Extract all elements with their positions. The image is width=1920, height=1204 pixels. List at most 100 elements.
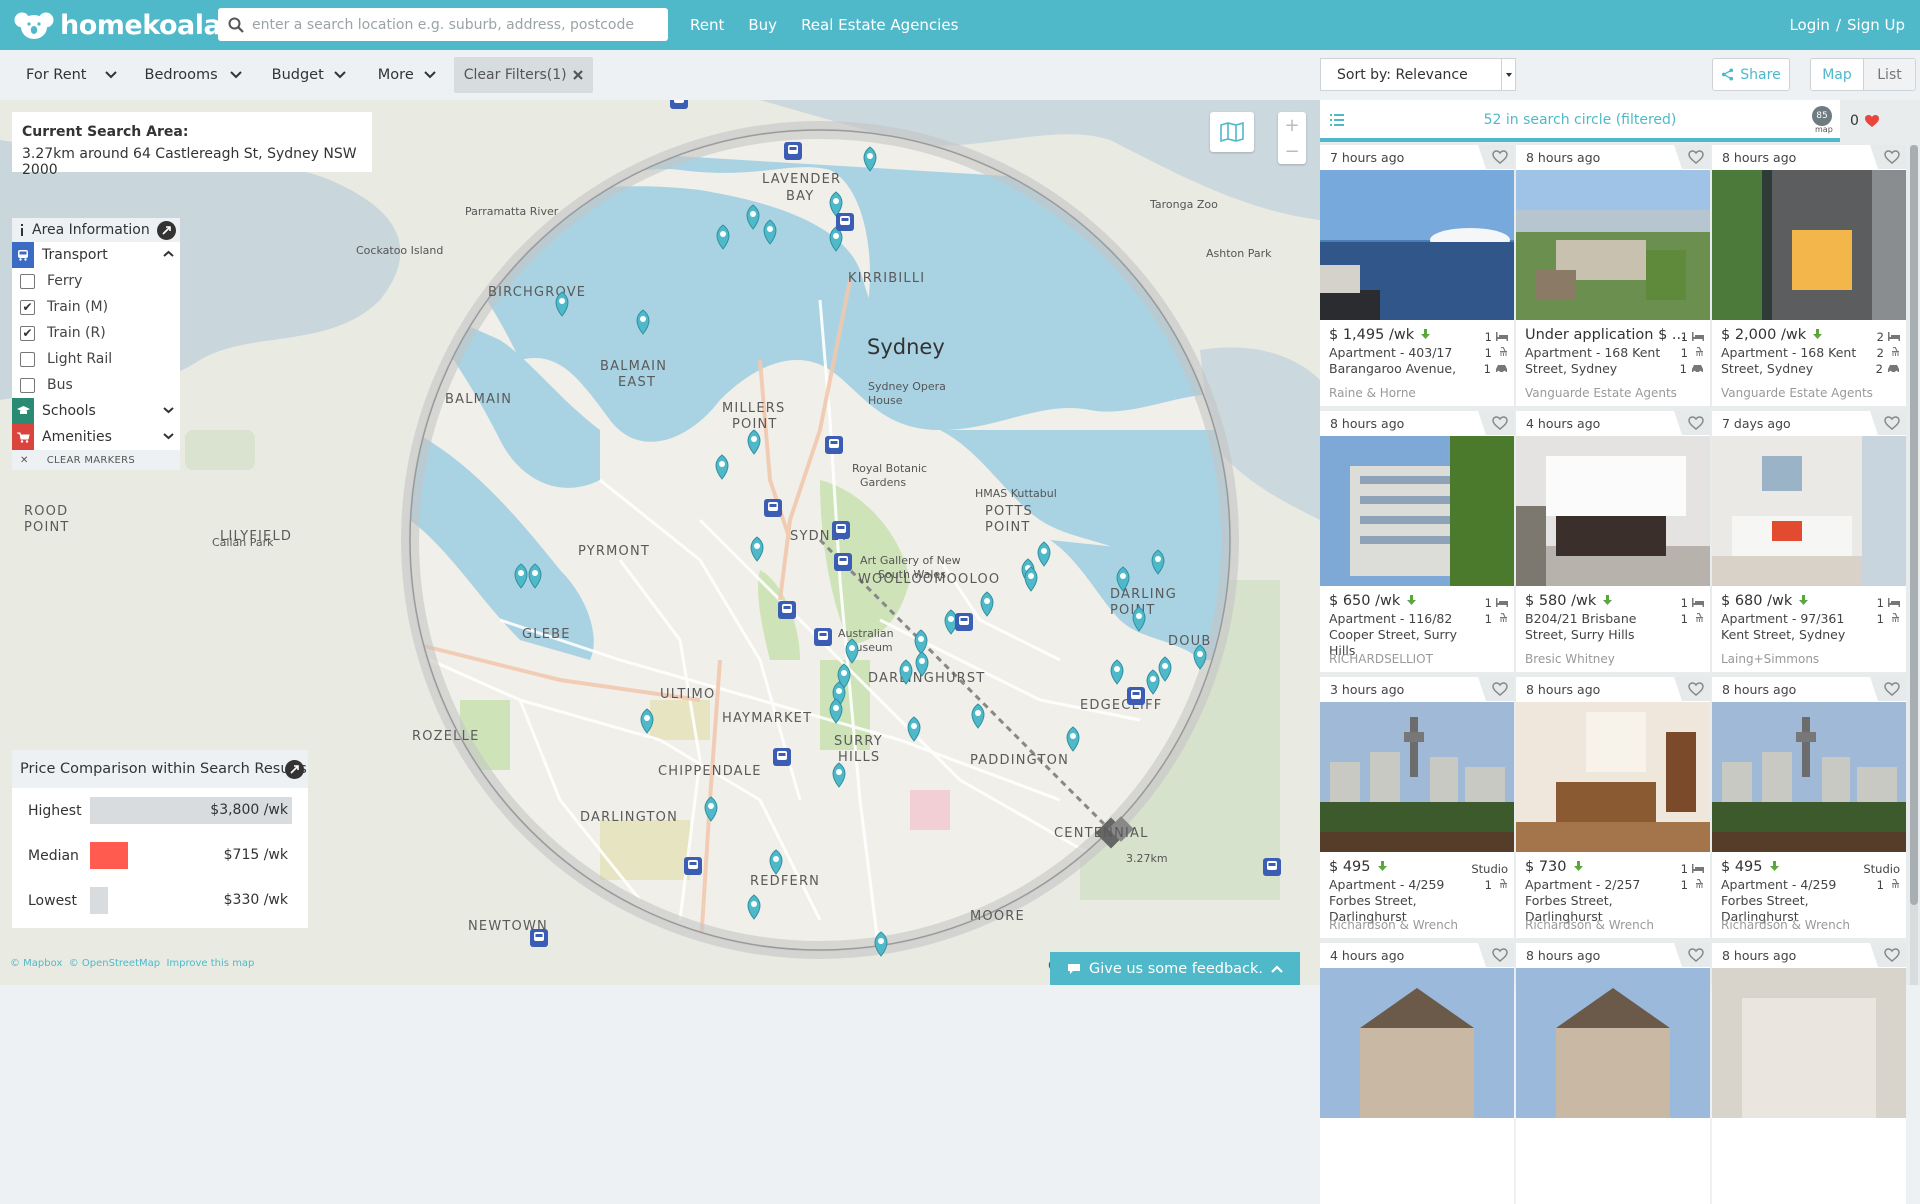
favorite-heart-icon[interactable]	[1674, 145, 1710, 169]
share-button[interactable]: Share	[1712, 58, 1790, 91]
train-station-icon[interactable]	[834, 553, 852, 571]
transport-option-light-rail[interactable]: Light Rail	[12, 346, 180, 372]
listing-marker-icon[interactable]	[715, 454, 729, 480]
listing-card[interactable]: 8 hours ago	[1516, 943, 1710, 1204]
listing-marker-icon[interactable]	[1158, 656, 1172, 682]
favorite-heart-icon[interactable]	[1478, 411, 1514, 435]
listing-marker-icon[interactable]	[863, 146, 877, 172]
listing-photo[interactable]	[1712, 436, 1906, 586]
map-view-button[interactable]: Map	[1811, 59, 1863, 90]
listing-marker-icon[interactable]	[747, 894, 761, 920]
favorite-heart-icon[interactable]	[1870, 145, 1906, 169]
train-station-icon[interactable]	[1263, 858, 1281, 876]
listing-card[interactable]: 8 hours ago $ 2,000 /wk Apartment - 168 Ke…	[1712, 145, 1906, 406]
favorite-heart-icon[interactable]	[1478, 943, 1514, 967]
listing-marker-icon[interactable]	[763, 219, 777, 245]
listing-marker-icon[interactable]	[914, 629, 928, 655]
listing-photo[interactable]	[1320, 702, 1514, 852]
listing-photo[interactable]	[1516, 968, 1710, 1118]
train-station-icon[interactable]	[764, 499, 782, 517]
listing-marker-icon[interactable]	[829, 698, 843, 724]
listing-marker-icon[interactable]	[716, 224, 730, 250]
favorites-counter[interactable]: 0	[1850, 100, 1879, 142]
listing-marker-icon[interactable]	[1116, 566, 1130, 592]
filter-bedrooms[interactable]: Bedrooms	[131, 57, 258, 93]
listing-marker-icon[interactable]	[1037, 541, 1051, 567]
listing-marker-icon[interactable]	[1110, 659, 1124, 685]
listing-card[interactable]: 8 hours ago $ 730 Apartment - 2/257 Forbes…	[1516, 677, 1710, 938]
login-link[interactable]: Login	[1789, 16, 1829, 34]
checkbox-checked[interactable]: ✔	[20, 299, 35, 315]
listing-marker-icon[interactable]	[750, 536, 764, 562]
checkbox[interactable]	[20, 351, 35, 367]
category-transport[interactable]: Transport	[12, 242, 180, 268]
zoom-out-button[interactable]: −	[1278, 138, 1306, 164]
listing-marker-icon[interactable]	[1024, 566, 1038, 592]
osm-link[interactable]: © OpenStreetMap	[69, 958, 160, 969]
favorite-heart-icon[interactable]	[1870, 411, 1906, 435]
list-view-button[interactable]: List	[1863, 59, 1915, 90]
improve-map-link[interactable]: Improve this map	[166, 958, 254, 969]
signup-link[interactable]: Sign Up	[1847, 16, 1905, 34]
listing-card[interactable]: 4 hours ago	[1320, 943, 1514, 1204]
train-station-icon[interactable]	[825, 436, 843, 454]
listing-photo[interactable]	[1320, 170, 1514, 320]
nav-buy[interactable]: Buy	[748, 16, 777, 34]
listing-marker-icon[interactable]	[746, 204, 760, 230]
train-station-icon[interactable]	[784, 142, 802, 160]
location-search[interactable]	[218, 8, 668, 41]
homekoala-logo[interactable]: homekoala	[14, 8, 222, 42]
listing-photo[interactable]	[1320, 968, 1514, 1118]
listing-marker-icon[interactable]	[640, 708, 654, 734]
checkbox[interactable]	[20, 273, 35, 289]
map-style-button[interactable]	[1210, 112, 1254, 152]
train-station-icon[interactable]	[814, 628, 832, 646]
listing-card[interactable]: 4 hours ago $ 580 /wk B204/21 Brisbane Str…	[1516, 411, 1710, 672]
train-station-icon[interactable]	[955, 613, 973, 631]
category-schools[interactable]: Schools	[12, 398, 180, 424]
mapbox-link[interactable]: © Mapbox	[10, 958, 62, 969]
expand-icon[interactable]	[285, 760, 304, 779]
transport-option-bus[interactable]: Bus	[12, 372, 180, 398]
listing-marker-icon[interactable]	[915, 651, 929, 677]
favorite-heart-icon[interactable]	[1478, 145, 1514, 169]
listing-marker-icon[interactable]	[845, 638, 859, 664]
favorite-heart-icon[interactable]	[1870, 677, 1906, 701]
listing-photo[interactable]	[1516, 170, 1710, 320]
listing-photo[interactable]	[1516, 436, 1710, 586]
category-amenities[interactable]: Amenities	[12, 424, 180, 450]
listing-marker-icon[interactable]	[636, 309, 650, 335]
listing-marker-icon[interactable]	[747, 429, 761, 455]
listing-marker-icon[interactable]	[874, 931, 888, 957]
favorite-heart-icon[interactable]	[1674, 943, 1710, 967]
listing-marker-icon[interactable]	[1151, 549, 1165, 575]
expand-icon[interactable]	[157, 221, 176, 240]
train-station-icon[interactable]	[836, 213, 854, 231]
listing-marker-icon[interactable]	[899, 659, 913, 685]
listing-marker-icon[interactable]	[1146, 669, 1160, 695]
listing-marker-icon[interactable]	[769, 849, 783, 875]
listing-card[interactable]: 8 hours ago	[1712, 943, 1906, 1204]
nav-rent[interactable]: Rent	[690, 16, 724, 34]
checkbox-checked[interactable]: ✔	[20, 325, 35, 341]
train-station-icon[interactable]	[773, 748, 791, 766]
listing-marker-icon[interactable]	[971, 703, 985, 729]
favorite-heart-icon[interactable]	[1478, 677, 1514, 701]
train-station-icon[interactable]	[778, 601, 796, 619]
scrollbar-thumb[interactable]	[1910, 145, 1918, 905]
favorite-heart-icon[interactable]	[1870, 943, 1906, 967]
nav-agencies[interactable]: Real Estate Agencies	[801, 16, 958, 34]
listing-card[interactable]: 8 hours ago $ 650 /wk Apartment - 116/82 C…	[1320, 411, 1514, 672]
train-station-icon[interactable]	[1127, 687, 1145, 705]
listing-marker-icon[interactable]	[1132, 606, 1146, 632]
listing-card[interactable]: 8 hours ago $ 495 Apartment - 4/259 Forbes…	[1712, 677, 1906, 938]
listing-card[interactable]: 3 hours ago $ 495 Apartment - 4/259 Forbes…	[1320, 677, 1514, 938]
listing-card[interactable]: 7 hours ago $ 1,495 /wk Apartment - 403/17…	[1320, 145, 1514, 406]
listing-marker-icon[interactable]	[1066, 726, 1080, 752]
clear-filters-button[interactable]: Clear Filters(1)	[453, 57, 593, 93]
listing-card[interactable]: 7 days ago $ 680 /wk Apartment - 97/361 Ke…	[1712, 411, 1906, 672]
listing-photo[interactable]	[1516, 702, 1710, 852]
listing-marker-icon[interactable]	[832, 762, 846, 788]
listing-marker-icon[interactable]	[1193, 644, 1207, 670]
listing-photo[interactable]	[1712, 968, 1906, 1118]
